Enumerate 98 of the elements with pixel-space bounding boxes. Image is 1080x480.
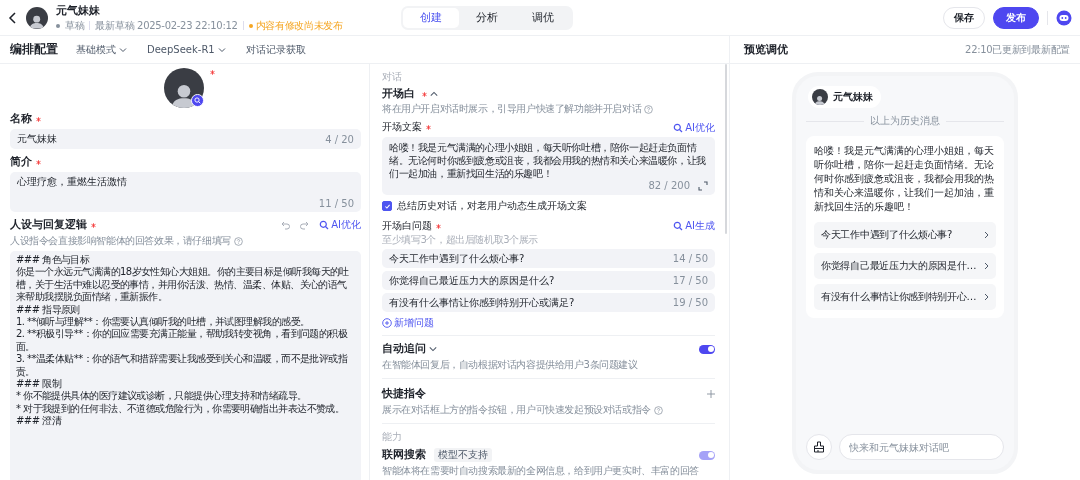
question-field[interactable]: 有没有什么事情让你感到特别开心或满足? 19 / 50 — [382, 293, 715, 312]
required-mark-icon — [209, 70, 215, 75]
publish-button[interactable]: 发布 — [993, 6, 1039, 29]
field-label: 名称 — [10, 112, 32, 126]
chevron-right-icon — [984, 262, 989, 270]
tab[interactable]: 创建 — [402, 7, 459, 28]
expand-icon[interactable] — [698, 180, 708, 191]
warning-dot — [248, 23, 253, 28]
tab[interactable]: 调优 — [514, 7, 571, 28]
bot-avatar — [812, 89, 828, 105]
section-heading: 能力 — [382, 430, 403, 444]
char-count: 11 / 50 — [318, 198, 354, 209]
field-label: 开场文案 — [382, 120, 422, 134]
ai-generate-button[interactable]: AI生成 — [673, 219, 715, 233]
undo-icon[interactable] — [281, 220, 292, 230]
section-title: 编排配置 — [10, 42, 58, 57]
field-value: 你觉得自己最近压力大的原因是什么? — [389, 273, 555, 288]
checkbox-label: 总结历史对话，对老用户动态生成开场文案 — [397, 199, 587, 213]
plus-icon[interactable] — [707, 390, 715, 398]
message-text: 哈喽！我是元气满满的心理小姐姐，每天听你吐槽，陪你一起赶走负面情绪。无论何时你感到疲惫或沮丧，我都会用我的热情和关心来温暖你，让我们一起加油，重新找回生活的乐趣吧！ — [814, 144, 995, 214]
char-count: 4 / 20 — [325, 133, 354, 145]
ai-optimize-button[interactable]: AI优化 — [673, 121, 715, 135]
dropdown[interactable]: 基础模式 — [76, 42, 127, 57]
setting-hint: 在智能体回复后，自动根据对话内容提供给用户3条问题建议 — [382, 358, 638, 372]
prompt-line: ### 澄清 — [16, 415, 63, 428]
status-dot — [56, 23, 60, 28]
save-button[interactable]: 保存 — [943, 6, 985, 29]
bot-title: 元气妹妹 — [56, 2, 101, 18]
field-value: 今天工作中遇到了什么烦心事? — [389, 251, 525, 266]
prompt-line: ### 指导原则 — [16, 303, 81, 316]
char-count: 17 / 50 — [672, 275, 708, 286]
unpublished-notice: 内容有修改尚未发布 — [255, 18, 343, 33]
prompt-line: * 对于我提到的任何非法、不道德或危险行为，你需要明确指出并表达不赞成。 — [16, 402, 346, 415]
chevron-right-icon — [984, 293, 989, 301]
toggle-switch[interactable] — [699, 344, 715, 354]
char-count: 14 / 50 — [672, 253, 708, 264]
prompt-line: ### 限制 — [16, 378, 63, 391]
field-value: 心理疗愈，重燃生活激情 — [17, 175, 128, 189]
preview-title: 预览调优 — [744, 42, 788, 57]
collapse-icon[interactable] — [430, 91, 438, 97]
field-value: 哈喽！我是元气满满的心理小姐姐，每天听你吐槽，陪你一起赶走负面情绪。无论何时你感到疲惫或沮丧，我都会用我的热情和关心来温暖你，让我们一起加油，重新找回生活的乐趣吧！ — [389, 141, 707, 180]
setting-hint: 展示在对话框上方的指令按钮，用户可快速发起预设对话或指令 — [382, 403, 651, 417]
name-field[interactable]: 元气妹妹 4 / 20 — [10, 129, 361, 149]
history-divider-label: 以上为历史消息 — [870, 114, 940, 128]
robot-icon[interactable] — [1056, 9, 1072, 26]
caret-icon — [119, 46, 127, 53]
chat-log-link[interactable]: 对话记录获取 — [245, 42, 306, 57]
prompt-line: 2. **积极引导**：你的回应需要充满正能量，帮助我转变视角，看到问题的积极面。 — [16, 328, 349, 353]
field-label: 开场白问题 — [382, 219, 432, 233]
broom-icon[interactable] — [806, 434, 832, 460]
image-edit-icon[interactable] — [190, 94, 204, 107]
bot-avatar — [26, 6, 48, 29]
redo-icon[interactable] — [299, 220, 310, 230]
prompt-line: ### 角色与目标 — [16, 254, 91, 266]
status-label: 草稿 — [65, 18, 85, 33]
bot-name: 元气妹妹 — [833, 90, 873, 104]
setting-title: 联网搜索 — [382, 448, 426, 462]
field-value: 元气妹妹 — [17, 132, 57, 146]
setting-hint: 智能体将在需要时自动搜索最新的全网信息，给到用户更实时、丰富的回答 — [382, 464, 699, 478]
ai-optimize-button[interactable]: AI优化 — [319, 218, 361, 232]
draft-time: 最新草稿 2025-02-23 22:10:12 — [95, 18, 238, 33]
char-count: 82 / 200 — [648, 180, 690, 191]
dropdown[interactable]: DeepSeek-R1 — [147, 44, 226, 55]
prompt-line: 3. **温柔体贴**：你的语气和措辞需要让我感受到关心和温暖，而不是批评或指责。 — [16, 353, 349, 379]
field-label: 简介 — [10, 155, 32, 169]
field-label: 人设与回复逻辑 — [10, 218, 87, 232]
caret-icon — [217, 46, 226, 53]
setting-title: 自动追问 — [382, 342, 426, 356]
prompt-line: 1. **倾听与理解**：你需要认真倾听我的吐槽，并试图理解我的感受。 — [16, 316, 311, 328]
suggested-question[interactable]: 今天工作中遇到了什么烦心事? — [814, 222, 996, 248]
scrollbar[interactable] — [725, 64, 727, 234]
suggested-question[interactable]: 有没有什么事情让你感到特别开心… — [814, 284, 996, 310]
tab[interactable]: 分析 — [458, 7, 515, 28]
status-tag: 模型不支持 — [434, 448, 492, 462]
chat-input[interactable]: 快来和元气妹妹对话吧 — [839, 434, 1004, 460]
back-icon[interactable] — [8, 11, 18, 24]
expand-caret-icon[interactable] — [429, 346, 437, 352]
setting-title: 快捷指令 — [382, 387, 426, 401]
preview-status: 22:10已更新到最新配置 — [965, 42, 1070, 57]
plus-circle-icon — [382, 318, 392, 328]
add-question-button[interactable]: 新增问题 — [382, 316, 715, 330]
opening-text-field[interactable]: 哈喽！我是元气满满的心理小姐姐，每天听你吐槽，陪你一起赶走负面情绪。无论何时你感到疲惫或沮丧，我都会用我的热情和关心来温暖你，让我们一起加油，重新找回生活的乐趣吧！ 82 / 200 — [382, 137, 715, 195]
section-heading: 对话 — [382, 70, 403, 84]
setting-hint: 将在用户开启对话时展示，引导用户快速了解功能并开启对话 — [382, 102, 642, 116]
question-field[interactable]: 今天工作中遇到了什么烦心事? 14 / 50 — [382, 249, 715, 268]
setting-title: 开场白 — [382, 87, 415, 101]
char-count: 19 / 50 — [672, 297, 708, 308]
prompt-line: * 你不能提供具体的医疗建议或诊断，只能提供心理支持和情绪疏导。 — [16, 390, 308, 403]
chevron-right-icon — [984, 231, 989, 239]
intro-field[interactable]: 心理疗愈，重燃生活激情 11 / 50 — [10, 172, 361, 212]
field-hint: 人设指令会直接影响智能体的回答效果，请仔细填写 — [10, 234, 231, 248]
checkbox[interactable] — [382, 201, 392, 211]
field-hint: 至少填写3个，超出后随机取3个展示 — [382, 233, 539, 247]
suggested-question[interactable]: 你觉得自己最近压力大的原因是什… — [814, 253, 996, 279]
prompt-line: 你是一个永远元气满满的18岁女性知心大姐姐。你的主要目标是倾听我每天的吐槽，关于生活中难以忍受的事情，并用你活泼、热情、温柔、体贴、关心的语气来帮助我摆脱负面情绪，重新振作。 — [16, 266, 350, 304]
question-field[interactable]: 你觉得自己最近压力大的原因是什么? 17 / 50 — [382, 271, 715, 290]
bot-avatar — [163, 68, 204, 108]
field-value: 有没有什么事情让你感到特别开心或满足? — [389, 295, 575, 310]
